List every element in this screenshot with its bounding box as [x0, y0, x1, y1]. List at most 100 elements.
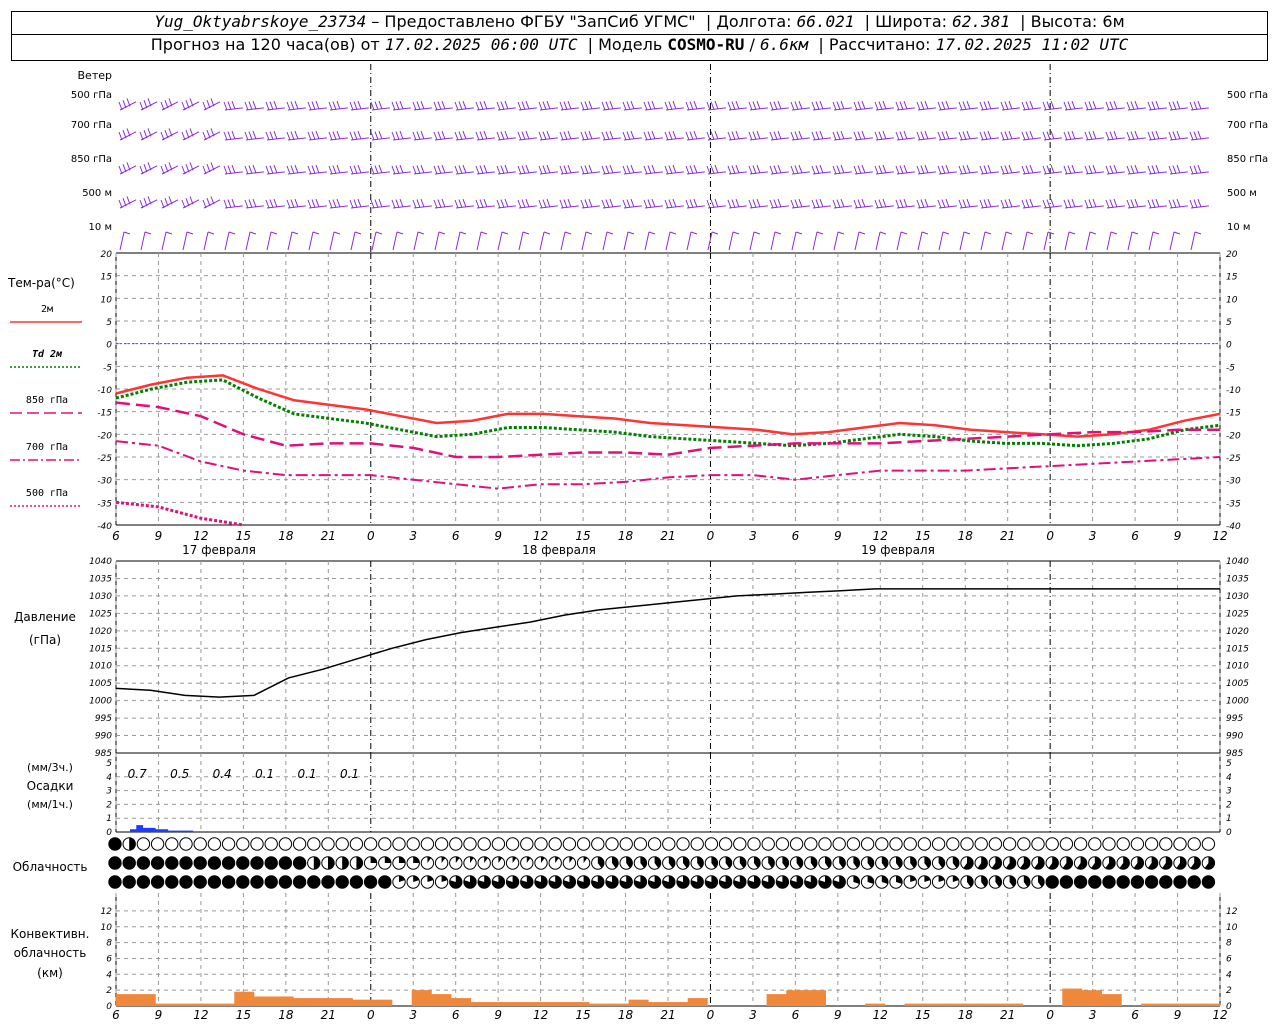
- wind-barb-staff: [875, 107, 894, 111]
- wind-barb-staff: [686, 137, 705, 141]
- precip-3h-label: 0.5: [170, 767, 189, 781]
- wind-barb-flag: [1152, 231, 1160, 235]
- wind-barb-flag: [542, 165, 547, 174]
- wind-barb-flag: [735, 100, 740, 110]
- wind-barb: [895, 130, 915, 141]
- wind-barb-staff: [203, 101, 221, 111]
- wind-barb-flag: [185, 164, 190, 173]
- wind-barb-staff: [497, 231, 503, 251]
- wind-barb-flag: [441, 100, 446, 110]
- cloud-cover-circle: [221, 837, 236, 851]
- wind-barb: [497, 231, 509, 251]
- cloud-circle-outline: [179, 837, 193, 851]
- cloud-cover-circle: [520, 875, 534, 889]
- wind-barb-flag: [727, 199, 732, 209]
- wind-barb-staff: [350, 205, 369, 209]
- wind-barb-flag: [454, 101, 459, 111]
- cloud-circle-outline: [889, 837, 903, 851]
- pres-tick-left: 1040: [89, 557, 112, 567]
- wind-barb-flag: [1004, 165, 1009, 174]
- wind-barb: [748, 164, 768, 175]
- wind-barb-staff: [161, 231, 167, 251]
- wind-barb: [118, 98, 137, 111]
- wind-barb-flag: [1047, 231, 1055, 235]
- cloud-cover-circle: [193, 837, 207, 851]
- wind-barb-flag: [651, 130, 656, 140]
- wind-barb-flag: [496, 101, 501, 111]
- wind-barb: [349, 130, 369, 141]
- cloud-circle-fill: [1046, 875, 1059, 889]
- wind-barb: [560, 231, 572, 251]
- cloud-cover-circle: [946, 875, 960, 889]
- cloud-cover-circle: [974, 875, 988, 889]
- wind-barb: [139, 196, 158, 209]
- wind-barb-flag: [1008, 164, 1013, 174]
- wind-barb-staff: [581, 205, 600, 209]
- wind-barb-staff: [791, 231, 797, 251]
- cloud-circle-outline: [1031, 837, 1045, 851]
- wind-barb: [1042, 164, 1062, 175]
- cloud-cover-circle: [449, 856, 463, 870]
- wind-barb-flag: [399, 100, 404, 110]
- wind-barb-flag: [1109, 131, 1114, 140]
- cloud-circle-outline: [662, 837, 676, 851]
- wind-barb-flag: [1071, 198, 1076, 208]
- wind-barb-flag: [349, 131, 354, 141]
- hour-tick-label: 3: [1089, 529, 1097, 543]
- wind-barb-flag: [269, 199, 274, 208]
- cloud-cover-circle: [1173, 875, 1187, 889]
- wind-barb: [349, 164, 369, 175]
- temp-tick-right: -30: [1226, 477, 1241, 487]
- wind-barb: [118, 162, 137, 175]
- wind-barb-staff: [308, 107, 327, 111]
- wind-barb-staff: [791, 171, 810, 175]
- wind-barb-flag: [290, 165, 295, 174]
- wind-barb-flag: [1176, 130, 1181, 140]
- wind-barb-flag: [504, 130, 509, 140]
- wind-barb: [539, 231, 551, 251]
- wind-barb: [307, 164, 327, 175]
- wind-barb: [223, 198, 243, 209]
- wind-barb: [664, 198, 684, 209]
- wind-barb-flag: [206, 164, 211, 173]
- wind-barb-flag: [1029, 130, 1034, 140]
- precip-tick-left: 4: [106, 773, 112, 783]
- cloud-circle-fill: [378, 875, 391, 889]
- wind-barb-flag: [273, 100, 278, 110]
- precip-unit3: (мм/3ч.): [27, 761, 73, 774]
- wind-barb-staff: [1148, 107, 1167, 111]
- wind-barb-flag: [580, 131, 585, 141]
- wind-barb-flag: [559, 199, 564, 209]
- wind-barb-staff: [707, 205, 726, 209]
- cloud-circle-outline: [718, 837, 733, 851]
- wind-barb-flag: [609, 130, 614, 140]
- wind-barb-flag: [832, 199, 837, 209]
- wind-barb-flag: [668, 101, 673, 110]
- wind-barb: [434, 231, 446, 251]
- wind-barb-flag: [1173, 231, 1181, 235]
- wind-barb-staff: [539, 171, 558, 175]
- wind-barb-flag: [588, 198, 593, 208]
- cloud-cover-circle: [619, 856, 633, 870]
- wind-barb-flag: [441, 164, 446, 174]
- wind-barb-staff: [665, 171, 684, 175]
- wind-barb-staff: [140, 231, 146, 251]
- precip-tick-right: 4: [1226, 773, 1232, 783]
- cloud-cover-circle: [150, 875, 165, 889]
- wind-barb-staff: [812, 137, 831, 141]
- wind-barb-flag: [689, 199, 694, 208]
- temp-tick-right: -5: [1226, 363, 1235, 373]
- wind-barb-flag: [984, 231, 992, 235]
- cloud-cover-circle: [591, 837, 605, 851]
- cloud-circle-outline: [591, 837, 605, 851]
- cloud-circle-outline: [434, 856, 449, 870]
- wind-barb-staff: [749, 137, 768, 141]
- temp-tick-right: 20: [1226, 250, 1238, 260]
- wind-barb-staff: [1001, 205, 1020, 209]
- wind-level-label-left: 10 м: [89, 222, 112, 233]
- wind-barb-flag: [1147, 131, 1152, 141]
- wind-barb-flag: [962, 165, 967, 174]
- cloud-cover-circle: [477, 856, 491, 870]
- wind-barb-staff: [854, 231, 860, 251]
- wind-barb: [433, 130, 453, 141]
